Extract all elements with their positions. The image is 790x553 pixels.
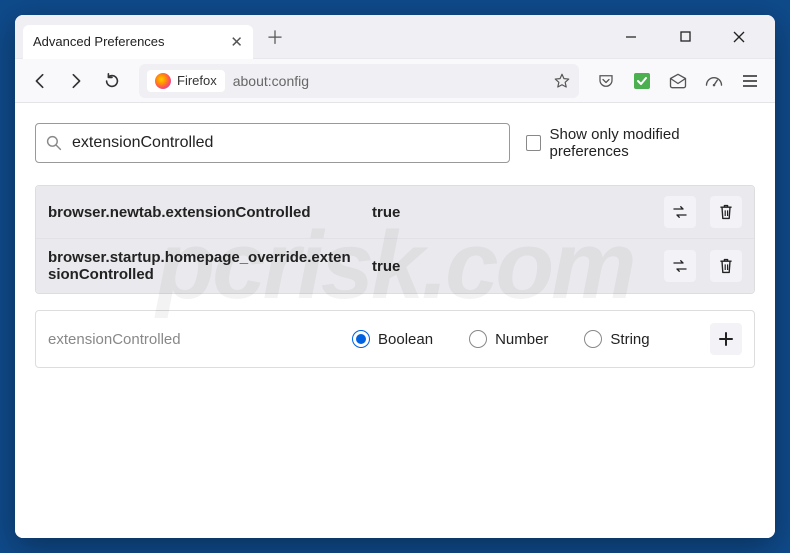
page-content: Show only modified preferences browser.n… [15, 103, 775, 538]
search-row: Show only modified preferences [35, 123, 755, 163]
gauge-icon[interactable] [699, 66, 729, 96]
hamburger-menu-icon[interactable] [735, 66, 765, 96]
nav-toolbar: Firefox about:config [15, 59, 775, 103]
titlebar: Advanced Preferences ✕ ＋ [15, 15, 775, 59]
pref-table: browser.newtab.extensionControlled true … [35, 185, 755, 294]
toggle-button[interactable] [664, 196, 696, 228]
pocket-icon[interactable] [591, 66, 621, 96]
radio-number[interactable]: Number [469, 330, 548, 348]
browser-window: Advanced Preferences ✕ ＋ [15, 15, 775, 538]
pref-row[interactable]: browser.newtab.extensionControlled true [36, 186, 754, 238]
forward-button[interactable] [61, 66, 91, 96]
new-pref-name: extensionControlled [48, 331, 338, 348]
maximize-button[interactable] [667, 22, 703, 52]
address-bar[interactable]: Firefox about:config [139, 64, 579, 98]
pref-value: true [372, 258, 452, 275]
bookmark-star-icon[interactable] [553, 72, 571, 90]
radio-boolean[interactable]: Boolean [352, 330, 433, 348]
url-text: about:config [233, 73, 309, 89]
delete-button[interactable] [710, 250, 742, 282]
tab-title: Advanced Preferences [33, 34, 165, 49]
delete-button[interactable] [710, 196, 742, 228]
radio-string[interactable]: String [584, 330, 649, 348]
firefox-logo-icon [155, 73, 171, 89]
pref-row[interactable]: browser.startup.homepage_override.extens… [36, 238, 754, 293]
pref-name: browser.newtab.extensionControlled [48, 204, 358, 221]
toggle-button[interactable] [664, 250, 696, 282]
identity-label: Firefox [177, 73, 217, 88]
close-window-button[interactable] [721, 22, 757, 52]
show-modified-label: Show only modified preferences [549, 126, 755, 160]
add-button[interactable] [710, 323, 742, 355]
radio-label: Number [495, 331, 548, 348]
new-pref-row: extensionControlled Boolean Number Strin… [35, 310, 755, 368]
browser-tab[interactable]: Advanced Preferences ✕ [23, 25, 253, 59]
type-radios: Boolean Number String [352, 330, 696, 348]
radio-icon [584, 330, 602, 348]
window-controls [613, 22, 767, 52]
checkbox-icon [526, 135, 541, 151]
mail-icon[interactable] [663, 66, 693, 96]
minimize-button[interactable] [613, 22, 649, 52]
back-button[interactable] [25, 66, 55, 96]
extension-icon[interactable] [627, 66, 657, 96]
radio-label: Boolean [378, 331, 433, 348]
new-tab-button[interactable]: ＋ [261, 23, 289, 51]
search-input[interactable] [72, 134, 499, 152]
reload-button[interactable] [97, 66, 127, 96]
radio-label: String [610, 331, 649, 348]
search-icon [46, 135, 62, 151]
show-modified-checkbox[interactable]: Show only modified preferences [526, 126, 755, 160]
close-tab-icon[interactable]: ✕ [230, 33, 243, 51]
radio-icon [352, 330, 370, 348]
pref-value: true [372, 204, 452, 221]
radio-icon [469, 330, 487, 348]
identity-badge[interactable]: Firefox [147, 70, 225, 92]
search-box[interactable] [35, 123, 510, 163]
pref-name: browser.startup.homepage_override.extens… [48, 249, 358, 283]
